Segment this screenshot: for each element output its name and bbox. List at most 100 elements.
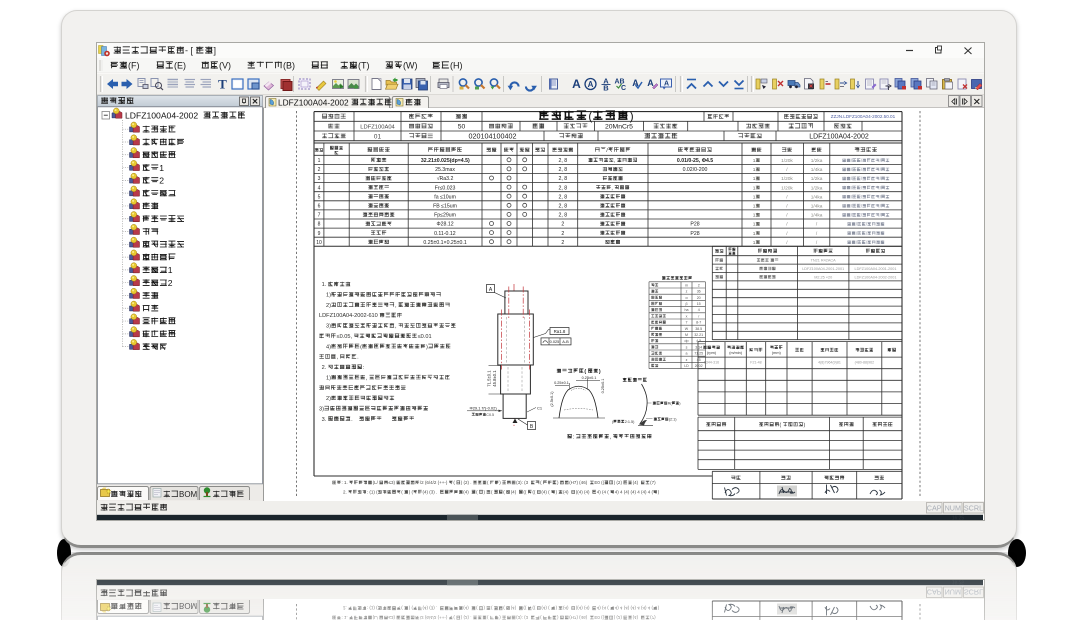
- svg-text::: :: [573, 434, 575, 440]
- svg-text:1): 1): [326, 375, 331, 381]
- svg-text:2.: 2.: [322, 365, 327, 371]
- svg-text:1: 1: [168, 265, 173, 275]
- svg-text:z: z: [686, 358, 688, 362]
- svg-text:C: C: [621, 85, 626, 92]
- svg-text:2: 2: [561, 240, 564, 246]
- svg-text:(mm): (mm): [772, 351, 782, 355]
- svg-text:(4): (4): [633, 480, 639, 485]
- svg-text:Φ28.12: Φ28.12: [437, 222, 454, 228]
- svg-text:2, 8: 2, 8: [559, 213, 568, 219]
- svg-text:fa ≤10um: fa ≤10um: [434, 194, 456, 200]
- svg-text:0.25±0.1: 0.25±0.1: [601, 379, 605, 394]
- svg-text:2, 8: 2, 8: [559, 167, 568, 173]
- svg-text:LDFZ100A04-2002: LDFZ100A04-2002: [278, 97, 349, 107]
- svg-text:32.21±0.025(dp=4.5): 32.21±0.025(dp=4.5): [421, 158, 470, 164]
- svg-text:ZZJN.LDFZ100A04-2002.50.01: ZZJN.LDFZ100A04-2002.50.01: [831, 114, 896, 119]
- svg-text:): ): [599, 369, 601, 375]
- svg-text:((: ((: [532, 490, 535, 495]
- svg-text:LDFZ100A04-2002: LDFZ100A04-2002: [125, 110, 198, 120]
- svg-text:/2 (6/4/2 (++-): /2 (6/4/2 (++-): [420, 480, 448, 485]
- svg-text:2, 8: 2, 8: [559, 204, 568, 210]
- svg-text:(F): (F): [128, 61, 140, 71]
- svg-text:2: 2: [168, 278, 173, 288]
- svg-text:W: W: [685, 327, 689, 331]
- svg-text:√Ra3.2: √Ra3.2: [437, 175, 454, 182]
- svg-text:LDFZ100A04-2001-2001: LDFZ100A04-2001-2001: [855, 267, 897, 271]
- svg-text:1/2ka: 1/2ka: [811, 185, 823, 191]
- svg-text:A: A: [664, 81, 669, 88]
- svg-text:2: 2: [318, 167, 321, 173]
- svg-text:1/4ka: 1/4ka: [811, 167, 823, 173]
- svg-text:(4): (4): [463, 490, 469, 495]
- svg-text:1/4ka: 1/4ka: [811, 204, 823, 210]
- svg-text:((: ((: [523, 490, 526, 495]
- svg-text:): ): [804, 422, 806, 428]
- svg-text:P28: P28: [690, 222, 699, 228]
- svg-text:1: 1: [753, 222, 756, 228]
- svg-text:20MnCr5: 20MnCr5: [605, 124, 633, 131]
- svg-text:1: 1: [753, 231, 756, 237]
- svg-text:A-B: A-B: [562, 339, 569, 344]
- svg-text:4): 4): [326, 344, 331, 350]
- svg-text:0.25±0.1: 0.25±0.1: [582, 376, 597, 380]
- svg-text:s: s: [686, 345, 688, 349]
- svg-text:(2:1): (2:1): [669, 418, 678, 422]
- svg-text:38.5: 38.5: [695, 327, 702, 331]
- svg-text:1/20k: 1/20k: [781, 185, 793, 191]
- svg-text:1.: 1.: [322, 282, 327, 288]
- svg-text:50: 50: [458, 124, 466, 131]
- svg-text:a: a: [686, 352, 688, 356]
- svg-text:BOM: BOM: [179, 490, 198, 499]
- svg-text:2: 2: [159, 176, 164, 186]
- svg-text:≤0.05,: ≤0.05,: [337, 334, 353, 340]
- svg-text:3.: 3.: [322, 417, 327, 423]
- svg-text:8-7: 8-7: [696, 321, 701, 325]
- svg-text:(T): (T): [358, 61, 370, 71]
- svg-text:45.8±0.1: 45.8±0.1: [492, 370, 497, 387]
- svg-text:]: ]: [214, 46, 217, 56]
- svg-text:2): 2): [326, 303, 331, 309]
- svg-text:SCRL: SCRL: [964, 504, 983, 513]
- svg-text:2, 8: 2, 8: [559, 176, 568, 182]
- svg-text:4(8)7964(9)81: 4(8)7964(9)81: [818, 360, 841, 364]
- svg-text:m: m: [685, 283, 688, 287]
- svg-text:LDFZ100A04-2001-2001: LDFZ100A04-2001-2001: [802, 267, 844, 271]
- svg-text:2: 2: [698, 283, 700, 287]
- svg-text:P28: P28: [690, 231, 699, 237]
- svg-text:F21-48: F21-48: [750, 360, 761, 364]
- svg-text:2, 8: 2, 8: [559, 185, 568, 191]
- svg-text:6: 6: [318, 204, 321, 210]
- svg-text:8: 8: [318, 222, 321, 228]
- svg-text:2: 2: [561, 231, 564, 237]
- svg-text:: (1) (: : (1) (: [367, 490, 378, 495]
- svg-text:LDFZ100A04-2002: LDFZ100A04-2002: [809, 134, 869, 141]
- svg-text:1/4ka: 1/4ka: [811, 194, 823, 200]
- svg-text:25.3max: 25.3max: [435, 167, 455, 173]
- svg-text:): ): [426, 344, 428, 350]
- svg-text:/: /: [698, 314, 699, 318]
- svg-text:NUM: NUM: [945, 504, 961, 513]
- svg-text:20: 20: [697, 296, 701, 300]
- svg-text:1/2ka: 1/2ka: [811, 176, 823, 182]
- svg-text:LDFZ100A04-2002-610: LDFZ100A04-2002-610: [319, 313, 378, 319]
- svg-text:1: 1: [753, 167, 756, 173]
- svg-text:(: (: [584, 369, 586, 375]
- svg-text:α: α: [686, 296, 688, 300]
- svg-text:B: B: [603, 84, 609, 93]
- svg-text:(V): (V): [219, 61, 231, 71]
- svg-text:(E): (E): [174, 61, 186, 71]
- svg-text:1: 1: [753, 158, 756, 164]
- svg-text:1/20k: 1/20k: [781, 158, 793, 164]
- svg-text:1: 1: [753, 240, 756, 246]
- svg-text:(B): (B): [283, 61, 295, 71]
- svg-text:A: A: [588, 80, 594, 89]
- svg-text:45: 45: [697, 358, 701, 362]
- svg-text:4: 4: [318, 185, 321, 191]
- svg-text:ha: ha: [685, 308, 689, 312]
- svg-text:(3): (3: (3): (3: [516, 480, 528, 485]
- svg-text:Fp≤29um: Fp≤29um: [434, 213, 456, 219]
- svg-text:(4): (4): [511, 490, 517, 495]
- svg-text:) (2): ) (2): [614, 480, 623, 485]
- svg-text:(4) (3) .: (4) (3) .: [423, 490, 438, 495]
- svg-text:4.5: 4.5: [696, 339, 701, 343]
